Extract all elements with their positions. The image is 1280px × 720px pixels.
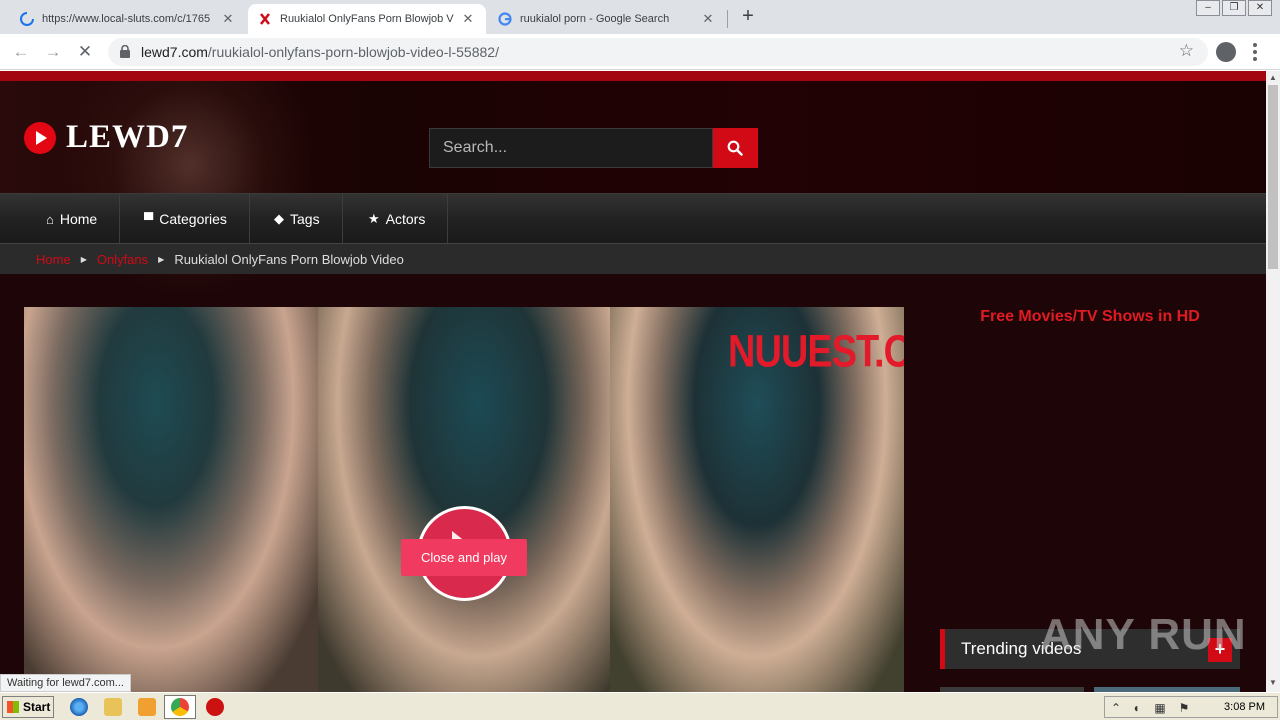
sidebar-ad-link[interactable]: Free Movies/TV Shows in HD	[940, 308, 1240, 326]
star-icon: ★	[368, 211, 380, 226]
ie-icon[interactable]	[70, 698, 88, 716]
tab-local-sluts[interactable]: https://www.local-sluts.com/c/1765 ✕	[10, 4, 246, 34]
tab-title: ruukialol porn - Google Search	[520, 13, 670, 25]
url-text: lewd7.com/ruukialol-onlyfans-porn-blowjo…	[141, 44, 499, 60]
site-favicon-icon	[260, 13, 270, 25]
folder-icon[interactable]	[104, 698, 122, 716]
site-header: LEWD7	[0, 81, 1266, 291]
taskbar: Start ⌃ ◖ ▦ ⚑ 3:08 PM	[0, 692, 1280, 720]
bookmark-star-icon[interactable]: ☆	[1179, 41, 1194, 61]
forward-button[interactable]: →	[42, 42, 64, 62]
status-bubble: Waiting for lewd7.com...	[0, 674, 131, 692]
play-logo-icon	[24, 121, 56, 154]
close-window-button[interactable]: ✕	[1248, 0, 1272, 16]
volume-icon[interactable]: ◖	[1129, 701, 1143, 715]
new-tab-button[interactable]: +	[738, 6, 758, 28]
nav-label: Actors	[385, 211, 426, 227]
loading-spinner-icon	[20, 12, 34, 26]
search-input[interactable]	[430, 129, 712, 167]
tab-divider	[727, 10, 728, 28]
restore-button[interactable]: ❐	[1222, 0, 1246, 16]
site-logo[interactable]: LEWD7	[24, 119, 188, 156]
back-button[interactable]: ←	[10, 42, 32, 62]
clock: 3:08 PM	[1224, 701, 1265, 713]
home-icon: ⌂	[46, 211, 54, 227]
nav-label: Tags	[290, 211, 320, 227]
breadcrumb-category[interactable]: Onlyfans	[97, 252, 148, 267]
tab-strip: https://www.local-sluts.com/c/1765 ✕ Ruu…	[0, 0, 1280, 34]
flag-icon[interactable]: ⚑	[1177, 701, 1191, 715]
network-icon[interactable]: ▦	[1153, 701, 1167, 715]
tags-icon: ◆	[274, 211, 284, 226]
scroll-up-icon[interactable]: ▲	[1269, 73, 1277, 82]
anyrun-watermark: ANY RUN	[1040, 610, 1247, 659]
search-icon	[727, 140, 743, 156]
window-controls: – ❐ ✕	[1196, 0, 1272, 16]
chrome-icon[interactable]	[171, 698, 189, 716]
top-accent-bar	[0, 71, 1266, 81]
video-watermark: NUUEST.COM	[728, 326, 904, 378]
search-button[interactable]	[713, 128, 758, 168]
tab-google-search[interactable]: ruukialol porn - Google Search ✕	[488, 4, 726, 34]
chevron-right-icon: ▶	[158, 254, 165, 264]
lock-icon	[120, 45, 130, 58]
nav-label: Home	[59, 211, 98, 227]
nav-label: Categories	[159, 211, 227, 227]
url-host: lewd7.com	[141, 44, 208, 60]
page-scrollbar[interactable]: ▲ ▼	[1266, 71, 1280, 692]
tab-title: https://www.local-sluts.com/c/1765	[42, 13, 211, 25]
stop-loading-button[interactable]: ✕	[74, 42, 96, 62]
profile-avatar-icon[interactable]	[1216, 42, 1236, 62]
nav-actors[interactable]: ★ Actors	[346, 194, 449, 244]
main-nav: ⌂ Home ▀ Categories ◆ Tags ★ Actors	[0, 193, 1266, 244]
start-button[interactable]: Start	[2, 696, 54, 718]
google-icon	[498, 12, 512, 26]
tab-close-icon[interactable]: ✕	[460, 11, 476, 27]
browser-menu-icon[interactable]	[1252, 42, 1258, 62]
address-bar[interactable]: lewd7.com/ruukialol-onlyfans-porn-blowjo…	[108, 38, 1208, 66]
url-path: /ruukialol-onlyfans-porn-blowjob-video-l…	[207, 44, 499, 60]
minimize-button[interactable]: –	[1196, 0, 1220, 16]
media-player-icon[interactable]	[138, 698, 156, 716]
breadcrumb: Home ▶ Onlyfans ▶ Ruukialol OnlyFans Por…	[0, 243, 1266, 274]
system-tray: ⌃ ◖ ▦ ⚑ 3:08 PM	[1104, 696, 1278, 718]
breadcrumb-home[interactable]: Home	[36, 252, 71, 267]
opera-icon[interactable]	[206, 698, 224, 716]
nav-home[interactable]: ⌂ Home	[24, 194, 121, 244]
tab-title: Ruukialol OnlyFans Porn Blowjob Vide	[280, 13, 454, 25]
tab-close-icon[interactable]: ✕	[700, 11, 716, 27]
video-thumbnail-frame	[318, 307, 610, 692]
folder-icon: ▀	[144, 211, 154, 227]
web-page: LEWD7 ⌂ Home ▀ Categories ◆ Tags ★ Actor…	[0, 71, 1266, 692]
nav-tags[interactable]: ◆ Tags	[252, 194, 343, 244]
search-field[interactable]	[429, 128, 713, 168]
video-player[interactable]: NUUEST.COM Close and play	[24, 307, 904, 692]
close-and-play-button[interactable]: Close and play	[401, 539, 527, 576]
video-thumbnail-frame	[24, 307, 318, 692]
chevron-right-icon: ▶	[80, 254, 87, 264]
tray-expand-icon[interactable]: ⌃	[1109, 701, 1123, 715]
tab-lewd7[interactable]: Ruukialol OnlyFans Porn Blowjob Vide ✕	[248, 4, 486, 34]
tab-close-icon[interactable]: ✕	[220, 11, 236, 27]
browser-toolbar: ← → ✕ lewd7.com/ruukialol-onlyfans-porn-…	[0, 34, 1280, 70]
breadcrumb-current: Ruukialol OnlyFans Porn Blowjob Video	[174, 251, 404, 267]
scrollbar-thumb[interactable]	[1268, 85, 1278, 269]
nav-categories[interactable]: ▀ Categories	[122, 194, 250, 244]
logo-text: LEWD7	[66, 119, 189, 155]
scroll-down-icon[interactable]: ▼	[1269, 678, 1277, 687]
